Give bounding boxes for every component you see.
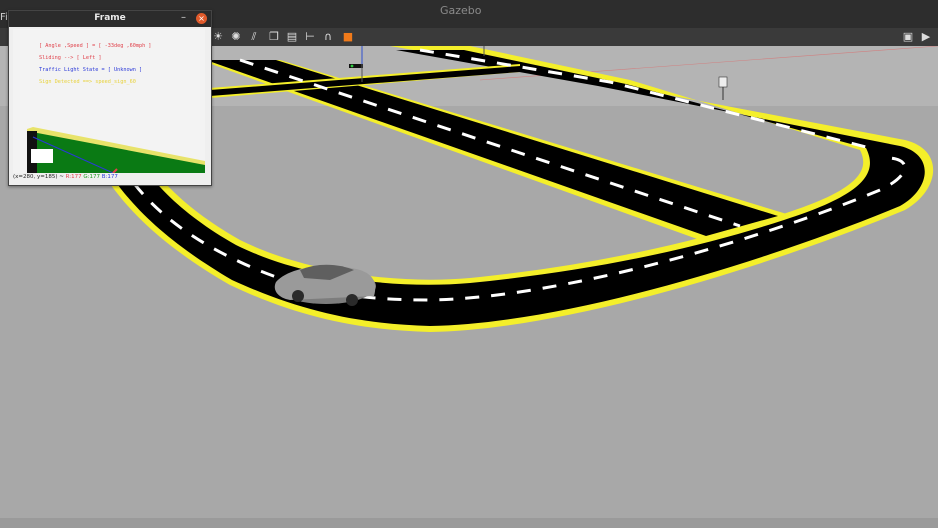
video-record-icon[interactable]: ▶ bbox=[920, 31, 932, 43]
sun-icon[interactable]: ☀ bbox=[212, 31, 224, 43]
paste-icon[interactable]: ▤ bbox=[286, 31, 298, 43]
screenshot-icon[interactable]: ▣ bbox=[902, 31, 914, 43]
frame-status-bar: (x=280, y=185) ~ R:177 G:177 B:177 bbox=[13, 174, 118, 180]
frame-window[interactable]: Frame – × [ Angle ,Speed ] = [ -33deg ,6… bbox=[8, 10, 212, 186]
pixel-coords: (x=280, y=185) ~ bbox=[13, 174, 64, 180]
status-strip bbox=[0, 518, 938, 528]
copy-icon[interactable]: ❐ bbox=[268, 31, 280, 43]
camera-frame-image: [ Angle ,Speed ] = [ -33deg ,60mph ] Sli… bbox=[13, 29, 205, 173]
frame-road-view bbox=[27, 127, 205, 173]
directional-light-icon[interactable]: ⫽ bbox=[248, 31, 260, 43]
minimize-button[interactable]: – bbox=[181, 12, 186, 23]
spot-light-icon[interactable]: ✺ bbox=[230, 31, 242, 43]
pixel-g: G:177 bbox=[83, 174, 101, 180]
close-button[interactable]: × bbox=[196, 13, 207, 24]
pixel-r: R:177 bbox=[65, 174, 82, 180]
align-icon[interactable]: ⊢ bbox=[304, 31, 316, 43]
window-title: Gazebo bbox=[440, 4, 482, 17]
snap-icon[interactable]: ∩ bbox=[322, 31, 334, 43]
record-icon[interactable]: ■ bbox=[342, 31, 354, 43]
pixel-b: B:177 bbox=[101, 174, 118, 180]
frame-titlebar[interactable]: Frame – × bbox=[9, 11, 211, 27]
